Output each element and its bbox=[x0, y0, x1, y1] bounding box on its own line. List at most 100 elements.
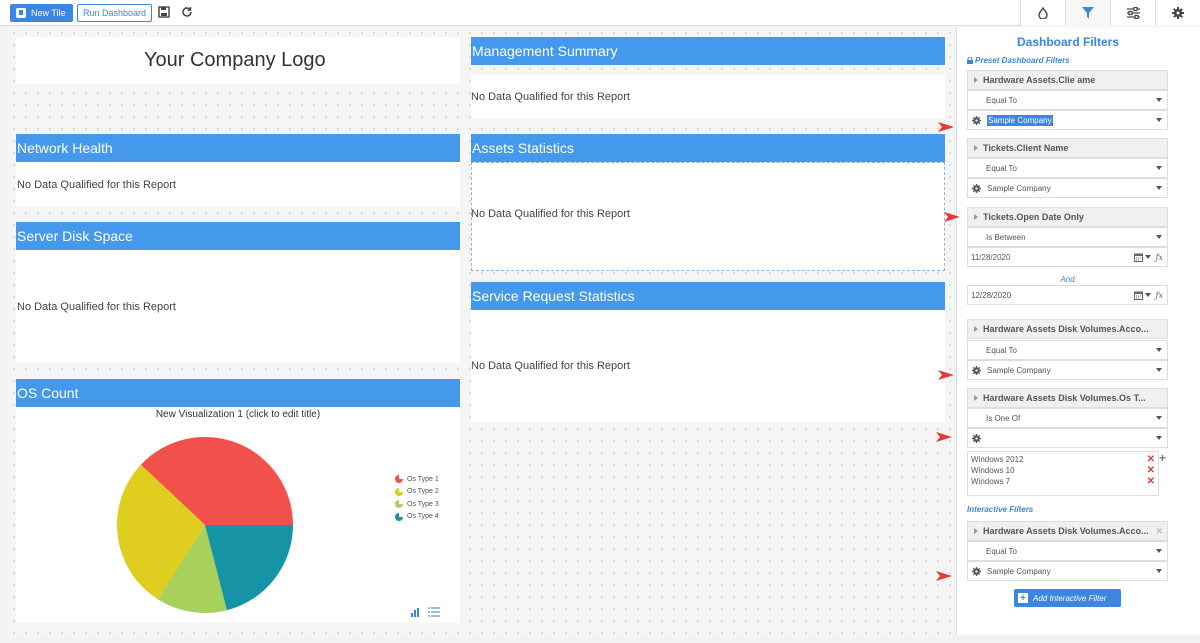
chevron-down-icon[interactable] bbox=[1144, 255, 1151, 259]
and-label: And bbox=[1060, 275, 1075, 284]
top-toolbar: New Tile Run Dashboard bbox=[0, 0, 1200, 26]
service-request-statistics-header[interactable]: Service Request Statistics bbox=[471, 282, 945, 310]
preset-filters-text: Preset Dashboard Filters bbox=[975, 56, 1070, 65]
filter-3-field: Tickets.Open Date Only bbox=[983, 212, 1084, 222]
list-item: Windows 7 ✕ bbox=[971, 476, 1155, 487]
function-icon[interactable]: ƒx bbox=[1156, 253, 1163, 262]
filter-6-value: Sample Company bbox=[987, 566, 1051, 576]
management-summary-message: No Data Qualified for this Report bbox=[471, 91, 630, 103]
legend-label: Os Type 1 bbox=[407, 475, 439, 483]
filter-6-value-select[interactable]: Sample Company bbox=[967, 561, 1168, 581]
filter-4-operator: Equal To bbox=[986, 345, 1017, 355]
filter-1-field: Hardware Assets.Clie ame bbox=[983, 75, 1096, 85]
filter-2-field: Tickets.Client Name bbox=[983, 143, 1069, 153]
refresh-icon[interactable] bbox=[180, 5, 194, 19]
remove-icon[interactable]: ✕ bbox=[1147, 454, 1155, 465]
legend-item[interactable]: Os Type 3 bbox=[395, 498, 439, 511]
filter-3-date-from[interactable]: 11/28/2020 ƒx bbox=[967, 247, 1168, 267]
filter-1-operator-select[interactable]: Equal To bbox=[967, 90, 1168, 110]
gear-icon[interactable] bbox=[972, 183, 981, 193]
filter-6-operator-select[interactable]: Equal To bbox=[967, 541, 1168, 561]
add-interactive-filter-button[interactable]: + Add Interactive Filter bbox=[1014, 589, 1121, 607]
collapse-triangle-icon bbox=[974, 395, 978, 401]
gear-icon[interactable] bbox=[972, 365, 981, 375]
gear-icon[interactable] bbox=[972, 433, 981, 443]
filter-3-date-to[interactable]: 12/28/2020 ƒx bbox=[967, 285, 1168, 305]
sliders-icon bbox=[1126, 7, 1140, 19]
tab-filters[interactable] bbox=[1065, 0, 1110, 26]
filter-panel: Dashboard Filters Preset Dashboard Filte… bbox=[956, 27, 1200, 635]
chevron-down-icon bbox=[1156, 98, 1162, 102]
list-item: Windows 2012 ✕ bbox=[971, 454, 1155, 465]
filter-2-operator-select[interactable]: Equal To bbox=[967, 158, 1168, 178]
list-item-label: Windows 10 bbox=[971, 466, 1015, 475]
list-view-icon[interactable] bbox=[428, 604, 440, 622]
os-count-header[interactable]: OS Count bbox=[16, 379, 460, 407]
server-disk-space-header[interactable]: Server Disk Space bbox=[16, 222, 460, 250]
calendar-icon[interactable] bbox=[1133, 253, 1143, 262]
filter-5-header[interactable]: Hardware Assets Disk Volumes.Os T... bbox=[967, 388, 1168, 408]
filter-3-operator-select[interactable]: Is Between bbox=[967, 227, 1168, 247]
arrow-annotation-icon bbox=[936, 432, 952, 442]
assets-statistics-header[interactable]: Assets Statistics bbox=[471, 134, 945, 162]
save-icon[interactable] bbox=[157, 5, 171, 19]
visualization-title[interactable]: New Visualization 1 (click to edit title… bbox=[16, 409, 460, 420]
gear-icon[interactable] bbox=[972, 115, 981, 125]
filter-2-header[interactable]: Tickets.Client Name bbox=[967, 138, 1168, 158]
filter-3-header[interactable]: Tickets.Open Date Only bbox=[967, 207, 1168, 227]
tile-icon bbox=[16, 8, 26, 18]
network-health-header[interactable]: Network Health bbox=[16, 134, 460, 162]
filter-1-value-select[interactable]: Sample Company bbox=[967, 110, 1168, 130]
filter-5-operator-select[interactable]: Is One Of bbox=[967, 408, 1168, 428]
network-health-message: No Data Qualified for this Report bbox=[17, 179, 176, 191]
collapse-triangle-icon bbox=[974, 145, 978, 151]
filter-1-operator: Equal To bbox=[986, 95, 1017, 105]
filter-6-header[interactable]: Hardware Assets Disk Volumes.Acco... ✕ bbox=[967, 521, 1168, 541]
filter-4-operator-select[interactable]: Equal To bbox=[967, 340, 1168, 360]
tab-theme[interactable] bbox=[1020, 0, 1065, 26]
panel-tabs bbox=[1020, 0, 1200, 26]
legend-swatch-icon bbox=[395, 475, 403, 484]
chevron-down-icon[interactable] bbox=[1144, 293, 1151, 297]
legend-item[interactable]: Os Type 2 bbox=[395, 486, 439, 499]
bar-chart-icon[interactable] bbox=[411, 604, 421, 622]
legend-label: Os Type 3 bbox=[407, 500, 439, 508]
filter-4-field: Hardware Assets Disk Volumes.Acco... bbox=[983, 324, 1149, 334]
filter-5-value-select[interactable] bbox=[967, 428, 1168, 448]
close-icon[interactable]: ✕ bbox=[1155, 526, 1163, 537]
legend-item[interactable]: Os Type 1 bbox=[395, 473, 439, 486]
pie-legend: Os Type 1 Os Type 2 Os Type 3 Os Type 4 bbox=[395, 473, 439, 523]
remove-icon[interactable]: ✕ bbox=[1147, 465, 1155, 476]
date-to-value: 12/28/2020 bbox=[971, 290, 1012, 300]
add-value-plus-icon[interactable]: + bbox=[1159, 451, 1166, 465]
filter-1-header[interactable]: Hardware Assets.Clie ame bbox=[967, 70, 1168, 90]
run-dashboard-button[interactable]: Run Dashboard bbox=[77, 4, 153, 22]
legend-label: Os Type 4 bbox=[407, 513, 439, 521]
collapse-triangle-icon bbox=[974, 214, 978, 220]
function-icon[interactable]: ƒx bbox=[1156, 291, 1163, 300]
os-pie-chart[interactable] bbox=[110, 430, 300, 620]
legend-swatch-icon bbox=[395, 487, 403, 496]
legend-item[interactable]: Os Type 4 bbox=[395, 511, 439, 524]
company-logo-text: Your Company Logo bbox=[144, 49, 326, 71]
plus-icon: + bbox=[1018, 593, 1028, 604]
tab-gear[interactable] bbox=[1155, 0, 1200, 26]
calendar-icon[interactable] bbox=[1133, 291, 1143, 300]
filter-2-value: Sample Company bbox=[987, 183, 1051, 193]
filter-4-value-select[interactable]: Sample Company bbox=[967, 360, 1168, 380]
filter-4-header[interactable]: Hardware Assets Disk Volumes.Acco... bbox=[967, 319, 1168, 339]
filter-3-operator: Is Between bbox=[986, 232, 1026, 242]
chevron-down-icon bbox=[1156, 416, 1162, 420]
legend-label: Os Type 2 bbox=[407, 488, 439, 496]
management-summary-header[interactable]: Management Summary bbox=[471, 37, 945, 65]
preset-filters-label: Preset Dashboard Filters bbox=[967, 56, 1070, 65]
arrow-annotation-icon bbox=[938, 122, 954, 132]
gear-icon[interactable] bbox=[972, 566, 981, 576]
tab-settings-sliders[interactable] bbox=[1110, 0, 1155, 26]
filter-2-value-select[interactable]: Sample Company bbox=[967, 178, 1168, 198]
new-tile-button[interactable]: New Tile bbox=[10, 4, 73, 22]
legend-swatch-icon bbox=[395, 500, 403, 509]
collapse-triangle-icon bbox=[974, 528, 978, 534]
remove-icon[interactable]: ✕ bbox=[1147, 476, 1155, 487]
filter-6-operator: Equal To bbox=[986, 546, 1017, 556]
